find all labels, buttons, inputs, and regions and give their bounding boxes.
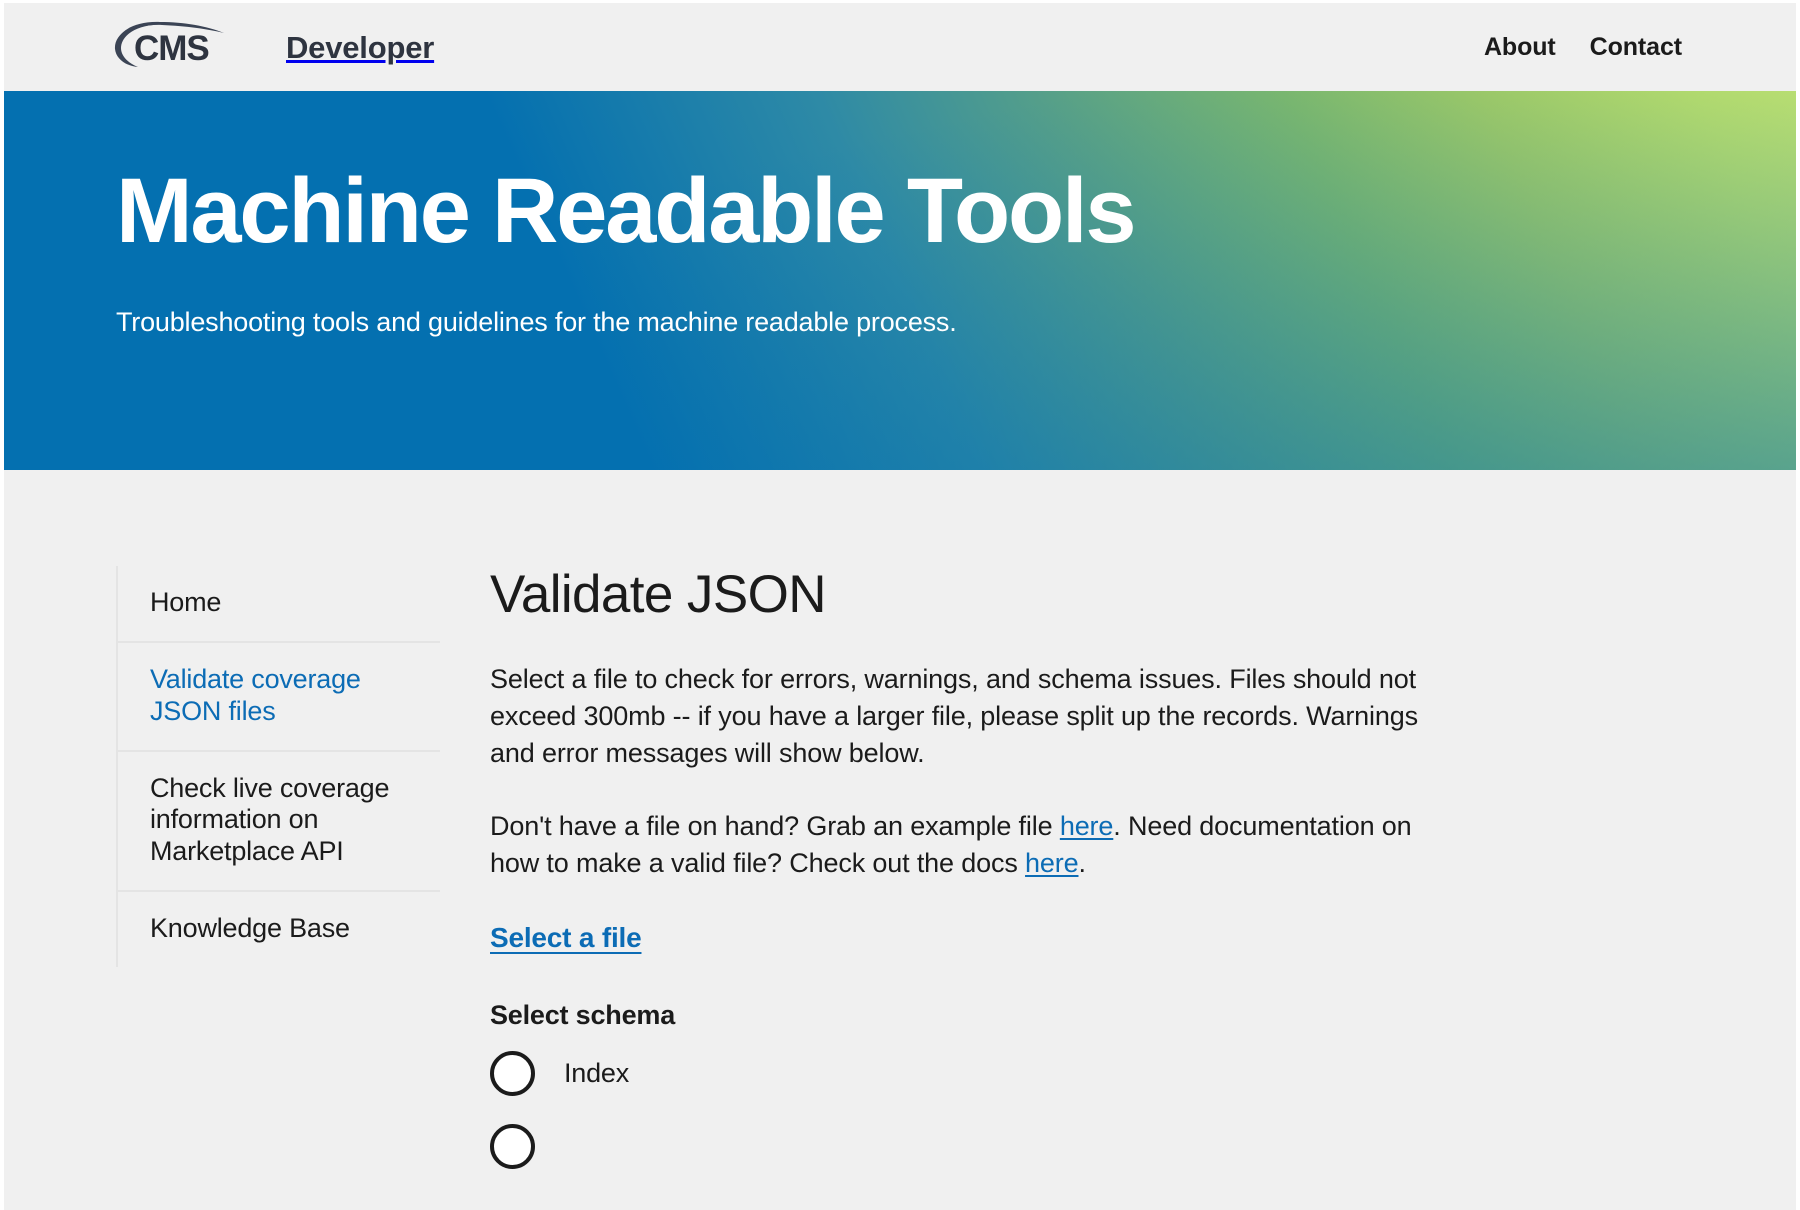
sidebar-item-label[interactable]: Home bbox=[150, 587, 430, 619]
top-header-bar: CMS Developer About Contact bbox=[4, 3, 1796, 91]
hero-banner: Machine Readable Tools Troubleshooting t… bbox=[4, 91, 1796, 470]
brand-word: Developer bbox=[286, 29, 435, 65]
hero-subtitle: Troubleshooting tools and guidelines for… bbox=[116, 306, 957, 337]
example-file-link[interactable]: here bbox=[1060, 811, 1114, 841]
select-schema-label: Select schema bbox=[490, 999, 676, 1030]
sidebar: Home Validate coverage JSON files Check … bbox=[116, 470, 440, 1197]
schema-radio-option-index[interactable]: Index bbox=[490, 1050, 1440, 1096]
paragraph-text-part-3: . bbox=[1078, 848, 1087, 879]
sidebar-nav: Home Validate coverage JSON files Check … bbox=[116, 566, 440, 968]
schema-radio-group: Index bbox=[490, 1050, 1440, 1169]
cms-swoosh-logo-icon: CMS bbox=[112, 20, 270, 75]
docs-link[interactable]: here bbox=[1025, 848, 1079, 878]
schema-radio-option-second[interactable] bbox=[490, 1123, 1440, 1169]
example-docs-paragraph: Don't have a file on hand? Grab an examp… bbox=[490, 808, 1430, 881]
site-logo-link[interactable]: CMS Developer bbox=[112, 20, 434, 75]
sidebar-item-knowledge-base[interactable]: Knowledge Base bbox=[118, 892, 440, 967]
sidebar-item-check-live-coverage[interactable]: Check live coverage information on Marke… bbox=[118, 752, 440, 893]
sidebar-item-validate-coverage-json-files[interactable]: Validate coverage JSON files bbox=[118, 643, 440, 752]
page-root: CMS Developer About Contact Machine Read… bbox=[0, 0, 1800, 1210]
select-a-file-button[interactable]: Select a file bbox=[490, 922, 642, 954]
sidebar-item-home[interactable]: Home bbox=[118, 566, 440, 643]
paragraph-text-part-1: Don't have a file on hand? Grab an examp… bbox=[490, 811, 1060, 842]
svg-text:CMS: CMS bbox=[134, 29, 209, 68]
schema-radio-label: Index bbox=[564, 1057, 630, 1088]
nav-link-contact[interactable]: Contact bbox=[1590, 33, 1682, 62]
sidebar-item-label[interactable]: Validate coverage JSON files bbox=[150, 664, 430, 728]
top-navigation: About Contact bbox=[1484, 33, 1758, 62]
sidebar-item-label[interactable]: Check live coverage information on Marke… bbox=[150, 773, 430, 869]
intro-paragraph: Select a file to check for errors, warni… bbox=[490, 664, 1418, 768]
main-content: Validate JSON Select a file to check for… bbox=[440, 470, 1520, 1197]
hero-title: Machine Readable Tools bbox=[116, 160, 1137, 262]
body-region: Home Validate coverage JSON files Check … bbox=[4, 470, 1796, 1197]
radio-button-icon[interactable] bbox=[490, 1123, 535, 1169]
radio-button-icon[interactable] bbox=[490, 1050, 535, 1096]
nav-link-about[interactable]: About bbox=[1484, 33, 1556, 62]
page-title: Validate JSON bbox=[490, 565, 826, 624]
sidebar-item-label[interactable]: Knowledge Base bbox=[150, 913, 430, 945]
